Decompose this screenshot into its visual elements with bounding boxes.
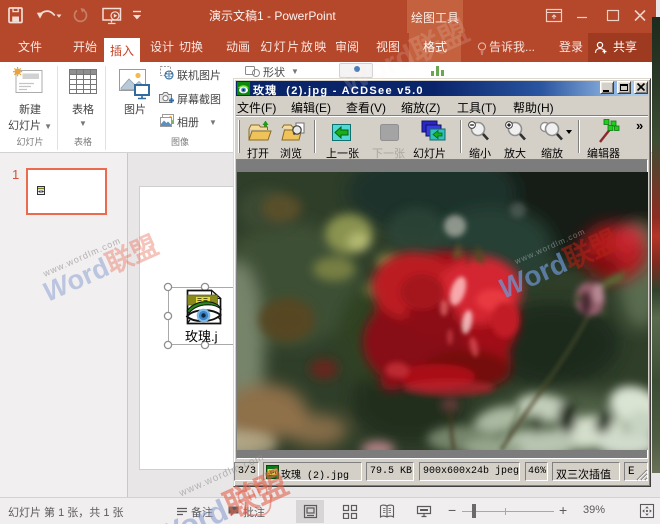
svg-text:JPG: JPG [268,471,279,477]
